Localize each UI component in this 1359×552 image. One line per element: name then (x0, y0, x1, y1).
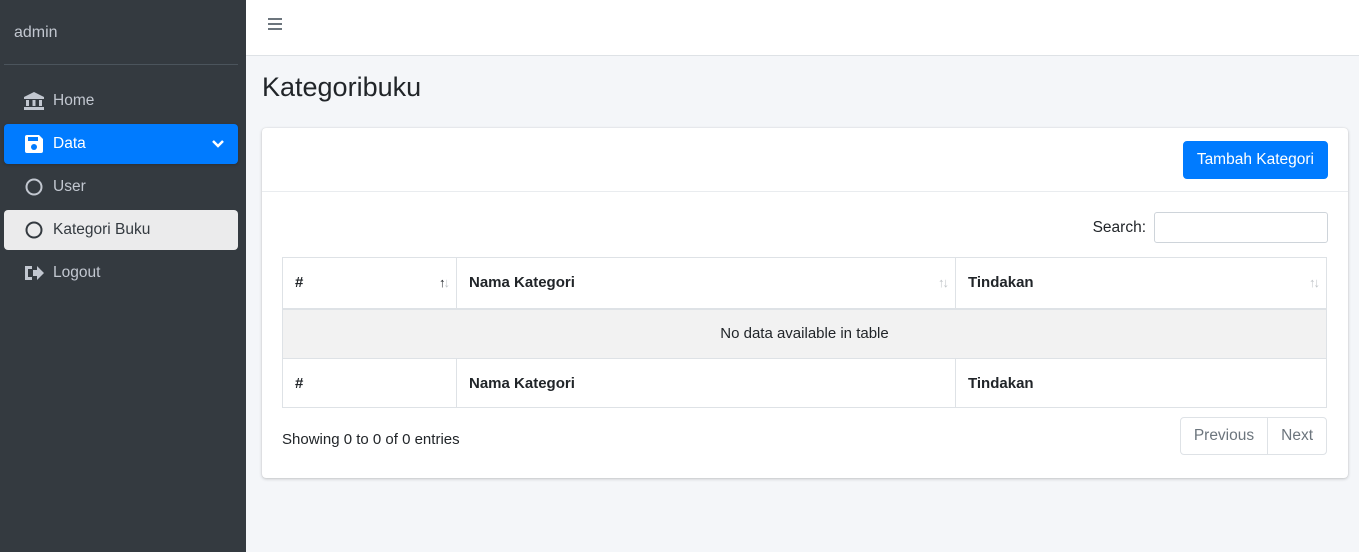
sidebar-item-home[interactable]: Home (4, 81, 238, 121)
search-group: Search: (1093, 212, 1328, 243)
sidebar-item-logout[interactable]: Logout (4, 253, 238, 293)
pagination: Previous Next (1179, 417, 1327, 455)
footer-cell-tindakan: Tindakan (955, 358, 1327, 408)
search-label: Search: (1092, 218, 1146, 236)
circle-icon (24, 177, 44, 197)
sidebar-item-kategori-buku[interactable]: Kategori Buku (4, 210, 238, 250)
column-label: Nama Kategori (469, 274, 575, 292)
column-header-number[interactable]: # ↑↓ (282, 257, 457, 310)
sort-icon: ↑↓ (439, 275, 450, 290)
sidebar-item-label: User (53, 178, 86, 195)
sidebar-item-data[interactable]: Data (4, 124, 238, 164)
sidebar: admin Home Data User Kategori Buku Logou… (0, 0, 246, 552)
column-header-tindakan[interactable]: Tindakan ↑↓ (955, 257, 1327, 310)
entries-info: Showing 0 to 0 of 0 entries (282, 431, 460, 448)
footer-cell-number: # (282, 358, 457, 408)
page-title: Kategoribuku (262, 72, 422, 102)
sign-out-icon (24, 263, 44, 283)
category-card: Tambah Kategori Search: # ↑↓ Nama Katego… (262, 128, 1348, 478)
sidebar-item-user[interactable]: User (4, 167, 238, 207)
menu-icon[interactable] (268, 18, 286, 36)
sort-icon: ↑↓ (1309, 275, 1320, 290)
table-footer-row: # Nama Kategori Tindakan (282, 358, 1327, 408)
table-header-row: # ↑↓ Nama Kategori ↑↓ Tindakan ↑↓ (282, 257, 1327, 310)
table-row: No data available in table (282, 308, 1327, 359)
next-button[interactable]: Next (1267, 418, 1326, 454)
sidebar-item-label: Kategori Buku (53, 221, 151, 238)
sidebar-item-label: Data (53, 135, 86, 152)
column-label: Tindakan (968, 274, 1034, 292)
brand-label[interactable]: admin (4, 0, 238, 65)
column-label: # (295, 274, 304, 292)
sidebar-item-label: Logout (53, 264, 101, 281)
topbar (246, 0, 1359, 56)
previous-button[interactable]: Previous (1181, 418, 1267, 454)
sidebar-item-label: Home (53, 92, 95, 109)
card-header: Tambah Kategori (262, 128, 1348, 192)
chevron-down-icon (212, 136, 224, 154)
sidebar-nav: Home Data User Kategori Buku Logout (0, 65, 246, 293)
category-table: # ↑↓ Nama Kategori ↑↓ Tindakan ↑↓ No dat… (282, 257, 1327, 408)
bank-icon (24, 91, 44, 111)
footer-cell-nama-kategori: Nama Kategori (456, 358, 956, 408)
search-input[interactable] (1154, 212, 1328, 243)
circle-icon (24, 220, 44, 240)
empty-message: No data available in table (282, 308, 1327, 359)
add-category-button[interactable]: Tambah Kategori (1182, 141, 1328, 179)
save-icon (24, 134, 44, 154)
sort-icon: ↑↓ (938, 275, 949, 290)
column-header-nama-kategori[interactable]: Nama Kategori ↑↓ (456, 257, 956, 310)
